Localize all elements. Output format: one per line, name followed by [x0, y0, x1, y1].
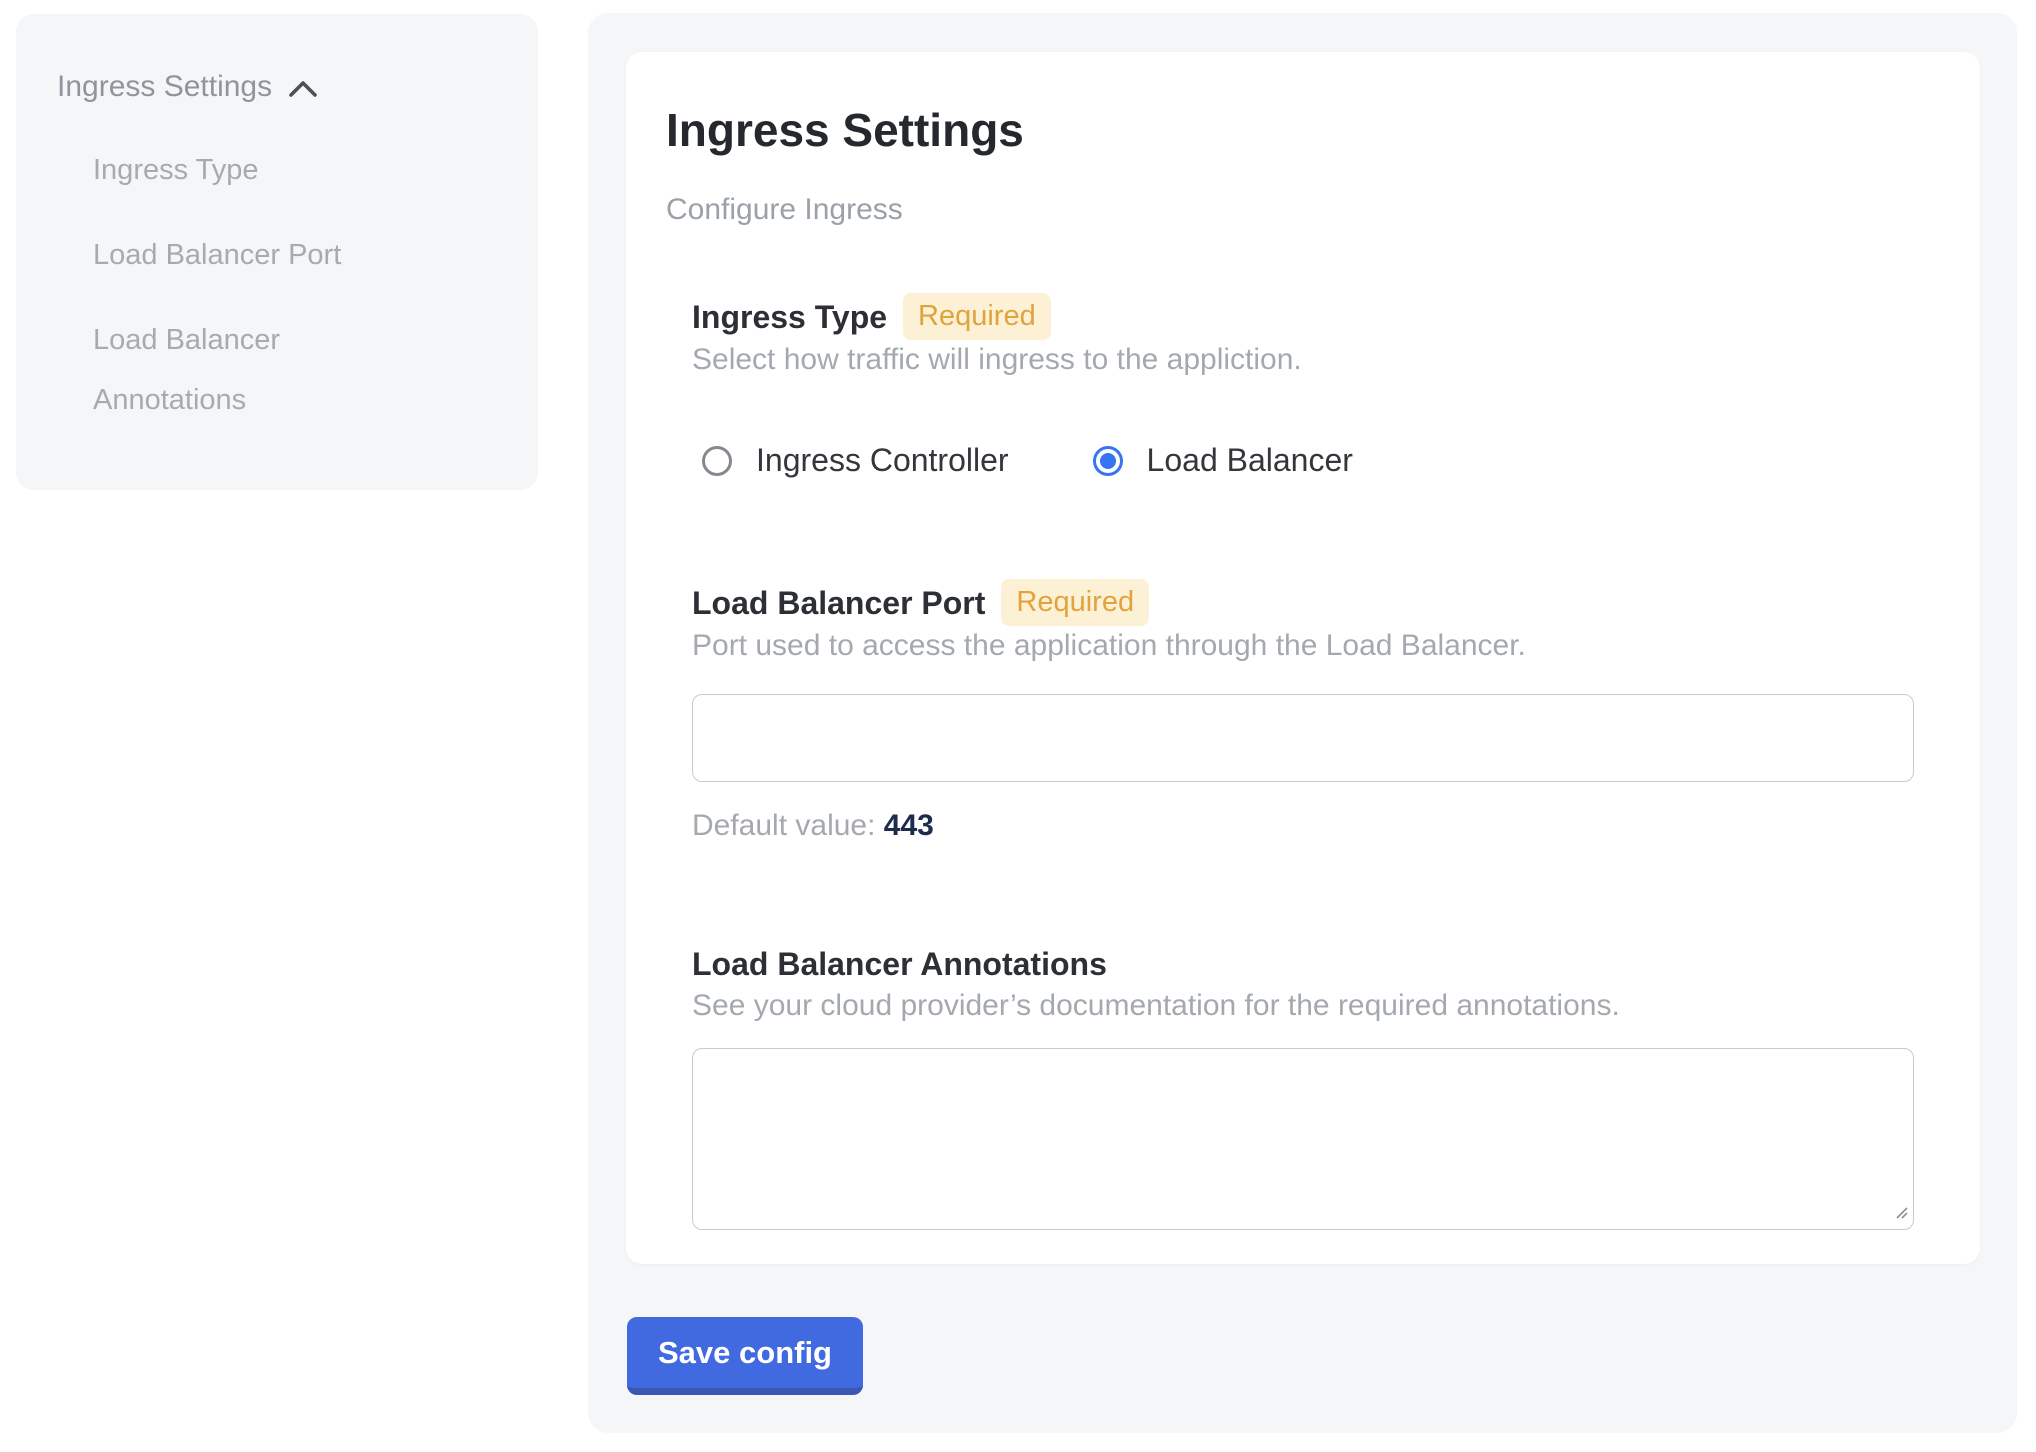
sidebar-item-load-balancer-port[interactable]: Load Balancer Port — [93, 225, 393, 285]
default-value: 443 — [884, 809, 934, 842]
sidebar-item-load-balancer-annotations[interactable]: Load Balancer Annotations — [93, 310, 393, 430]
annotations-textarea-wrap — [692, 1048, 1914, 1230]
field-ingress-type: Ingress Type Required Select how traffic… — [692, 293, 1914, 479]
field-description-ingress-type: Select how traffic will ingress to the a… — [692, 342, 1914, 378]
field-description-load-balancer-annotations: See your cloud provider’s documentation … — [692, 988, 1914, 1024]
save-config-button[interactable]: Save config — [627, 1317, 863, 1395]
field-ingress-type-header: Ingress Type Required — [692, 293, 1914, 340]
field-load-balancer-port: Load Balancer Port Required Port used to… — [692, 579, 1914, 844]
sidebar-group-ingress-settings[interactable]: Ingress Settings — [57, 70, 498, 104]
radio-unselected-icon — [702, 446, 732, 476]
page-subtitle: Configure Ingress — [666, 193, 1940, 227]
required-badge: Required — [903, 293, 1051, 340]
default-value-line: Default value: 443 — [692, 808, 1914, 844]
default-value-label: Default value: — [692, 809, 875, 842]
sidebar-group-label: Ingress Settings — [57, 70, 272, 104]
field-load-balancer-annotations: Load Balancer Annotations See your cloud… — [692, 942, 1914, 1230]
radio-label-load-balancer: Load Balancer — [1147, 442, 1353, 479]
radio-option-load-balancer[interactable]: Load Balancer — [1093, 442, 1353, 479]
load-balancer-annotations-textarea[interactable] — [692, 1048, 1914, 1230]
field-label-load-balancer-port: Load Balancer Port — [692, 581, 985, 625]
radio-label-ingress-controller: Ingress Controller — [756, 442, 1009, 479]
ingress-settings-card: Ingress Settings Configure Ingress Ingre… — [626, 52, 1980, 1264]
field-label-load-balancer-annotations: Load Balancer Annotations — [692, 942, 1107, 986]
sidebar-nav: Ingress Settings Ingress Type Load Balan… — [16, 14, 538, 490]
sidebar-item-list: Ingress Type Load Balancer Port Load Bal… — [93, 140, 498, 430]
required-badge: Required — [1001, 579, 1149, 626]
main-panel: Ingress Settings Configure Ingress Ingre… — [588, 13, 2017, 1433]
field-load-balancer-annotations-header: Load Balancer Annotations — [692, 942, 1914, 986]
radio-group-ingress-type: Ingress Controller Load Balancer — [702, 442, 1914, 479]
sidebar-item-ingress-type[interactable]: Ingress Type — [93, 140, 393, 200]
radio-option-ingress-controller[interactable]: Ingress Controller — [702, 442, 1009, 479]
field-load-balancer-port-header: Load Balancer Port Required — [692, 579, 1914, 626]
load-balancer-port-input[interactable] — [692, 694, 1914, 782]
chevron-up-icon — [288, 80, 318, 98]
field-description-load-balancer-port: Port used to access the application thro… — [692, 628, 1914, 664]
page-title: Ingress Settings — [666, 104, 1940, 156]
radio-selected-icon — [1093, 446, 1123, 476]
field-label-ingress-type: Ingress Type — [692, 295, 887, 339]
